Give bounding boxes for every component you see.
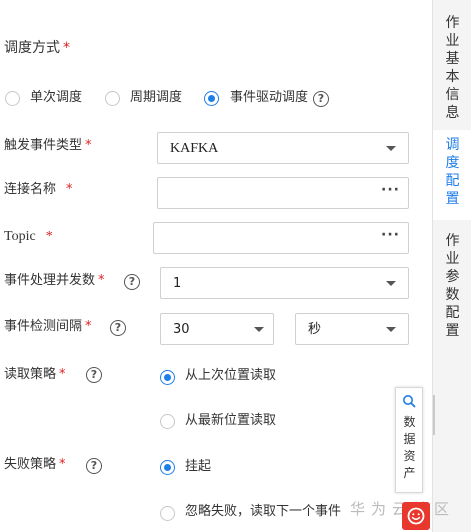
- required-mark: *: [63, 40, 70, 56]
- concurrency-text: 事件处理并发数: [4, 273, 96, 288]
- chevron-down-icon: [386, 146, 396, 151]
- tab-schedule-config-label: 调度配置: [445, 137, 460, 207]
- tab-basic-info[interactable]: 作业基本信息: [433, 14, 471, 121]
- detect-interval-select[interactable]: 30: [160, 313, 274, 345]
- radio-read-from-last[interactable]: [160, 370, 175, 385]
- tab-schedule-config[interactable]: 调度配置: [433, 130, 471, 220]
- side-scrollbar[interactable]: [433, 395, 435, 435]
- required-mark: *: [85, 138, 92, 153]
- fail-policy-text: 失败策略: [4, 457, 57, 472]
- chevron-down-icon: [386, 327, 396, 332]
- connection-name-field[interactable]: ···: [157, 177, 409, 209]
- customer-service-button[interactable]: [402, 502, 430, 530]
- detect-interval-text: 事件检测间隔: [4, 319, 83, 334]
- chevron-down-icon: [386, 281, 396, 286]
- required-mark: *: [59, 457, 66, 472]
- trigger-type-select[interactable]: KAFKA: [157, 132, 409, 164]
- required-mark: *: [85, 319, 92, 334]
- more-options-icon[interactable]: ···: [381, 228, 400, 242]
- connection-name-label: 连接名称 *: [4, 181, 73, 199]
- radio-single-schedule-label[interactable]: 单次调度: [30, 89, 82, 107]
- schedule-mode-text: 调度方式: [4, 40, 60, 56]
- schedule-mode-label: 调度方式 *: [4, 39, 70, 57]
- connection-name-text: 连接名称: [4, 182, 57, 197]
- trigger-type-text: 触发事件类型: [4, 138, 83, 153]
- concurrency-select[interactable]: 1: [160, 267, 409, 299]
- radio-read-from-latest-label[interactable]: 从最新位置读取: [185, 412, 276, 430]
- radio-single-schedule[interactable]: [5, 91, 20, 106]
- interval-unit-value: 秒: [308, 322, 322, 337]
- required-mark: *: [59, 367, 66, 382]
- side-tab-bar: 作业基本信息 调度配置 作业参数配置: [432, 0, 471, 532]
- smiley-icon: [407, 507, 425, 525]
- data-asset-panel[interactable]: 数据资产: [395, 387, 423, 493]
- topic-field[interactable]: ···: [153, 222, 409, 254]
- tab-job-params-label: 作业参数配置: [445, 233, 460, 339]
- read-policy-help-icon[interactable]: ?: [86, 367, 102, 383]
- detect-interval-help-icon[interactable]: ?: [110, 320, 126, 336]
- radio-fail-ignore[interactable]: [160, 506, 175, 521]
- concurrency-help-icon[interactable]: ?: [124, 274, 140, 290]
- fail-policy-help-icon[interactable]: ?: [86, 458, 102, 474]
- topic-label: Topic *: [4, 228, 53, 246]
- tab-basic-info-label: 作业基本信息: [445, 15, 460, 121]
- radio-fail-suspend-label[interactable]: 挂起: [185, 458, 211, 476]
- data-asset-label: 数据资产: [403, 415, 416, 480]
- search-icon: [403, 395, 416, 408]
- more-options-icon[interactable]: ···: [381, 183, 400, 197]
- trigger-type-value: KAFKA: [170, 141, 219, 156]
- required-mark: *: [45, 229, 53, 244]
- read-policy-text: 读取策略: [4, 367, 57, 382]
- tab-job-params[interactable]: 作业参数配置: [433, 232, 471, 339]
- radio-read-from-last-label[interactable]: 从上次位置读取: [185, 367, 276, 385]
- event-schedule-help-icon[interactable]: ?: [313, 91, 329, 107]
- concurrency-value: 1: [173, 276, 182, 291]
- required-mark: *: [66, 182, 73, 197]
- concurrency-label: 事件处理并发数 *: [4, 272, 105, 290]
- fail-policy-label: 失败策略 *: [4, 456, 66, 474]
- radio-read-from-latest[interactable]: [160, 414, 175, 429]
- detect-interval-value: 30: [173, 322, 190, 337]
- required-mark: *: [98, 273, 105, 288]
- radio-event-schedule-label[interactable]: 事件驱动调度: [230, 89, 308, 107]
- radio-periodic-schedule-label[interactable]: 周期调度: [130, 89, 182, 107]
- radio-fail-suspend[interactable]: [160, 460, 175, 475]
- radio-event-schedule[interactable]: [204, 91, 219, 106]
- trigger-type-label: 触发事件类型 *: [4, 137, 92, 155]
- detect-interval-label: 事件检测间隔 *: [4, 318, 92, 336]
- chevron-down-icon: [254, 327, 264, 332]
- radio-periodic-schedule[interactable]: [105, 91, 120, 106]
- interval-unit-select[interactable]: 秒: [295, 313, 409, 345]
- topic-text: Topic: [4, 229, 36, 244]
- read-policy-label: 读取策略 *: [4, 366, 66, 384]
- radio-fail-ignore-label[interactable]: 忽略失败，读取下一个事件: [185, 503, 341, 521]
